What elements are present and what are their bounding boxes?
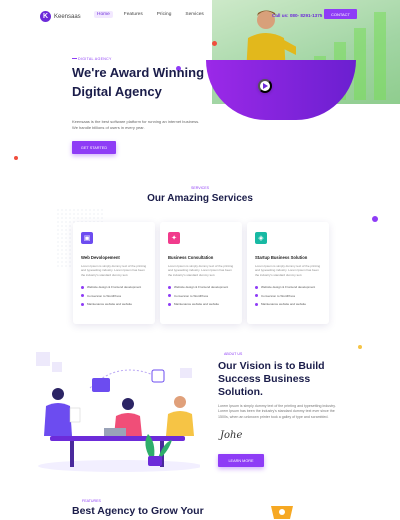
- decor-dot: [212, 41, 217, 46]
- service-feature-list: Website design & Frontend development Co…: [255, 285, 321, 306]
- service-card-title: Startup Business Solution: [255, 255, 308, 260]
- decor-dot: [358, 345, 362, 349]
- services-eyebrow: SERVICES: [190, 186, 210, 190]
- list-item: Conversion to WordPress: [168, 294, 234, 298]
- eyebrow-line: [72, 58, 77, 59]
- vision-title: Our Vision is to Build Success Business …: [218, 360, 325, 398]
- learn-more-button[interactable]: LEARN MORE: [218, 454, 264, 467]
- bullet-icon: [255, 285, 258, 289]
- contact-button[interactable]: CONTACT: [324, 9, 357, 19]
- logo-mark: K: [40, 11, 51, 22]
- list-item: Conversion to WordPress: [255, 294, 321, 298]
- service-card-web[interactable]: ▣ Web Devolopement Lorem Ipsum is simply…: [73, 222, 155, 324]
- nav-services[interactable]: Services: [182, 11, 206, 18]
- trophy-icon: [271, 506, 293, 519]
- bullet-icon: [255, 294, 258, 298]
- bullet-icon: [81, 294, 84, 298]
- team-meeting-illustration: [36, 352, 200, 472]
- decor-dot: [14, 156, 18, 160]
- bullet-icon: [168, 285, 171, 289]
- hero-purple-wave: [206, 60, 356, 120]
- nav-pricing[interactable]: Pricing: [154, 11, 175, 18]
- layers-icon: ◈: [255, 232, 267, 244]
- phone-number: Call us: 080- 8291-1375: [272, 13, 323, 18]
- get-started-button[interactable]: GET STARTED: [72, 141, 116, 154]
- service-card-title: Web Devolopement: [81, 255, 120, 260]
- bullet-icon: [255, 302, 258, 306]
- vision-description: Lorem Ipsum is simply dummy text of the …: [218, 404, 336, 419]
- service-card-description: Lorem Ipsum is simply dummy text of the …: [81, 264, 147, 277]
- list-item: Website design & Frontend development: [81, 285, 147, 289]
- hero-eyebrow: DIGITAL AGENCY: [78, 57, 112, 61]
- service-card-title: Business Consultation: [168, 255, 214, 260]
- features-eyebrow: FEATURES: [82, 499, 101, 503]
- hero-description: Keensaas is the best software platform f…: [72, 119, 200, 130]
- decor-dot: [372, 216, 378, 222]
- bullet-icon: [168, 302, 171, 306]
- logo-text: Keensaas: [54, 13, 81, 20]
- bulb-icon: ✦: [168, 232, 180, 244]
- list-item: Conversion to WordPress: [81, 294, 147, 298]
- list-item: Maintenance website and website: [255, 302, 321, 306]
- service-feature-list: Website design & Frontend development Co…: [168, 285, 234, 306]
- list-item: Website design & Frontend development: [168, 285, 234, 289]
- service-card-description: Lorem Ipsum is simply dummy text of the …: [255, 264, 321, 277]
- list-item: Maintenance website and website: [168, 302, 234, 306]
- play-video-button[interactable]: [258, 79, 272, 93]
- nav-features[interactable]: Features: [121, 11, 146, 18]
- hero-title: We're Award Winning Digital Agency: [72, 65, 205, 99]
- features-title: Best Agency to Grow Your: [72, 505, 204, 517]
- service-card-business[interactable]: ✦ Business Consultation Lorem Ipsum is s…: [160, 222, 242, 324]
- service-card-startup[interactable]: ◈ Startup Business Solution Lorem Ipsum …: [247, 222, 329, 324]
- window-icon: ▣: [81, 232, 93, 244]
- bullet-icon: [81, 285, 84, 289]
- landing-page: K Keensaas Home Features Pricing Service…: [0, 0, 400, 520]
- list-item: Website design & Frontend development: [255, 285, 321, 289]
- service-card-description: Lorem Ipsum is simply dummy text of the …: [168, 264, 234, 277]
- service-feature-list: Website design & Frontend development Co…: [81, 285, 147, 306]
- list-item: Maintenance website and website: [81, 302, 147, 306]
- bullet-icon: [168, 294, 171, 298]
- services-title: Our Amazing Services: [147, 193, 253, 204]
- nav-home[interactable]: Home: [94, 11, 113, 18]
- signature: Johe: [220, 430, 243, 441]
- bullet-icon: [81, 302, 84, 306]
- vision-eyebrow: ABOUT US: [224, 352, 243, 356]
- logo[interactable]: K Keensaas: [40, 11, 81, 22]
